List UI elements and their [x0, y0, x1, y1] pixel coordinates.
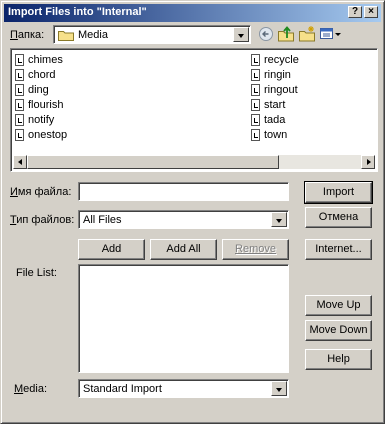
view-menu-button[interactable] — [319, 25, 343, 43]
close-title-button[interactable]: × — [364, 6, 378, 18]
internet-button[interactable]: Internet... — [305, 239, 372, 260]
new-folder-button[interactable] — [298, 25, 316, 43]
chevron-down-icon — [276, 219, 282, 223]
scroll-thumb[interactable] — [27, 155, 279, 169]
scroll-left-button[interactable] — [13, 155, 27, 169]
lookin-dropdown-button[interactable] — [233, 27, 249, 42]
up-folder-button[interactable] — [277, 25, 295, 43]
import-file-list[interactable] — [78, 264, 289, 373]
help-button[interactable]: Help — [305, 349, 372, 370]
chevron-down-icon — [276, 388, 282, 392]
filename-label: Имя файла: — [10, 186, 72, 198]
file-icon — [251, 114, 260, 126]
arrow-left-icon — [18, 159, 22, 165]
move-down-button[interactable]: Move Down — [305, 320, 372, 341]
help-title-button[interactable]: ? — [348, 6, 362, 18]
file-icon — [15, 84, 24, 96]
import-dialog: Import Files into "Internal" ? × Папка: … — [0, 0, 385, 424]
file-icon — [15, 54, 24, 66]
remove-button[interactable]: Remove — [222, 239, 289, 260]
folder-icon — [58, 31, 74, 41]
file-icon — [251, 84, 260, 96]
file-icon — [251, 129, 260, 141]
close-icon: × — [368, 6, 374, 17]
filename-input[interactable] — [78, 182, 289, 201]
import-button[interactable]: Import — [304, 181, 373, 204]
new-folder-icon — [299, 26, 315, 42]
media-dropdown[interactable]: Standard Import — [78, 379, 289, 398]
file-icon — [251, 99, 260, 111]
title-bar[interactable]: Import Files into "Internal" ? × — [4, 4, 381, 22]
window-title: Import Files into "Internal" — [8, 6, 147, 18]
back-button[interactable] — [257, 25, 275, 43]
add-all-button[interactable]: Add All — [150, 239, 217, 260]
cancel-button[interactable]: Отмена — [305, 207, 372, 228]
up-folder-icon — [278, 26, 294, 42]
file-browser-list[interactable]: chimes chord ding flourish notify onesto… — [10, 48, 378, 172]
filetype-dropdown-button[interactable] — [271, 212, 287, 227]
media-value: Standard Import — [83, 383, 162, 395]
filetype-dropdown[interactable]: All Files — [78, 210, 289, 229]
lookin-value: Media — [78, 29, 108, 41]
file-icon — [15, 114, 24, 126]
filelist-label: File List: — [16, 267, 57, 279]
media-dropdown-button[interactable] — [271, 381, 287, 396]
move-up-button[interactable]: Move Up — [305, 295, 372, 316]
filetype-label: Тип файлов: — [10, 214, 75, 226]
back-icon — [259, 27, 273, 41]
lookin-dropdown[interactable]: Media — [53, 25, 251, 44]
arrow-right-icon — [367, 159, 371, 165]
view-menu-icon — [320, 28, 341, 39]
chevron-down-icon — [238, 34, 244, 38]
filetype-value: All Files — [83, 214, 122, 226]
file-icon — [15, 129, 24, 141]
horizontal-scrollbar[interactable] — [13, 155, 375, 169]
scroll-right-button[interactable] — [361, 155, 375, 169]
file-icon — [15, 69, 24, 81]
file-icon — [15, 99, 24, 111]
add-button[interactable]: Add — [78, 239, 145, 260]
question-icon: ? — [351, 6, 359, 17]
media-label: Media: — [14, 383, 48, 395]
file-icon — [251, 69, 260, 81]
file-icon — [251, 54, 260, 66]
lookin-label: Папка: — [10, 29, 45, 41]
